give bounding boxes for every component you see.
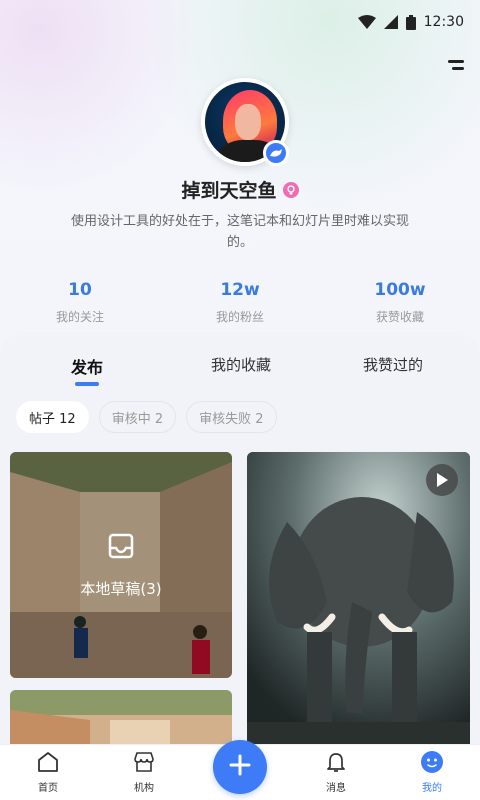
draft-card[interactable]: 本地草稿(3) — [10, 452, 232, 678]
chip-posts[interactable]: 帖子 12 — [16, 401, 89, 433]
nav-label: 我的 — [422, 783, 442, 794]
profile-bio: 使用设计工具的好处在于，这笔记本和幻灯片里时难以实现的。 — [70, 214, 409, 250]
tab-posts[interactable]: 发布 — [0, 354, 174, 386]
smiley-icon — [419, 749, 445, 775]
elephant-photo — [247, 452, 470, 752]
nav-institution[interactable]: 机构 — [96, 745, 192, 800]
play-icon[interactable] — [426, 464, 458, 496]
filter-chips: 帖子 12 审核中 2 审核失败 2 — [16, 401, 277, 433]
tab-active-indicator — [75, 382, 99, 386]
signal-icon — [383, 15, 398, 29]
home-icon — [35, 749, 61, 775]
draft-label: 本地草稿(3) — [80, 579, 162, 598]
nav-messages[interactable]: 消息 — [288, 745, 384, 800]
status-bar: 12:30 — [0, 0, 480, 44]
tab-favorites[interactable]: 我的收藏 — [174, 354, 308, 378]
battery-icon — [405, 14, 416, 30]
chip-reviewing[interactable]: 审核中 2 — [98, 401, 177, 433]
nav-label: 机构 — [134, 783, 154, 794]
nav-mine[interactable]: 我的 — [384, 745, 480, 800]
nav-label: 首页 — [38, 783, 58, 794]
nav-home[interactable]: 首页 — [0, 745, 96, 800]
stat-value: 100w — [374, 280, 426, 300]
stat-label: 我的关注 — [55, 310, 104, 324]
content-tabs: 发布 我的收藏 我赞过的 — [0, 354, 480, 386]
plus-icon — [229, 754, 251, 780]
username: 掉到天空鱼 — [181, 180, 277, 202]
avatar-container[interactable] — [201, 78, 289, 166]
tab-label: 发布 — [70, 358, 103, 377]
store-icon — [131, 749, 157, 775]
menu-icon[interactable] — [442, 58, 464, 74]
tab-liked[interactable]: 我赞过的 — [308, 354, 478, 378]
username-row: 掉到天空鱼 — [0, 176, 480, 203]
tab-label: 我赞过的 — [362, 356, 423, 374]
stats-row: 10 我的关注 12w 我的粉丝 100w 获赞收藏 — [0, 280, 480, 325]
nav-label: 消息 — [326, 783, 346, 794]
stat-fans[interactable]: 12w 我的粉丝 — [160, 280, 320, 325]
stat-label: 获赞收藏 — [375, 310, 424, 324]
tab-label: 我的收藏 — [210, 356, 271, 374]
avatar-badge-icon — [263, 140, 289, 166]
stat-following[interactable]: 10 我的关注 — [0, 280, 160, 325]
stat-label: 我的粉丝 — [215, 310, 264, 324]
stat-value: 10 — [68, 280, 92, 300]
female-gender-icon — [282, 181, 299, 198]
inbox-icon — [107, 532, 135, 564]
chip-review-failed[interactable]: 审核失败 2 — [186, 401, 277, 433]
create-post-button[interactable] — [213, 740, 267, 794]
draft-overlay: 本地草稿(3) — [10, 452, 232, 678]
stat-likes[interactable]: 100w 获赞收藏 — [320, 280, 480, 325]
stat-value: 12w — [220, 280, 260, 300]
bell-icon — [323, 749, 349, 775]
wifi-icon — [357, 15, 376, 29]
status-time: 12:30 — [423, 14, 464, 30]
video-card[interactable] — [247, 452, 470, 752]
